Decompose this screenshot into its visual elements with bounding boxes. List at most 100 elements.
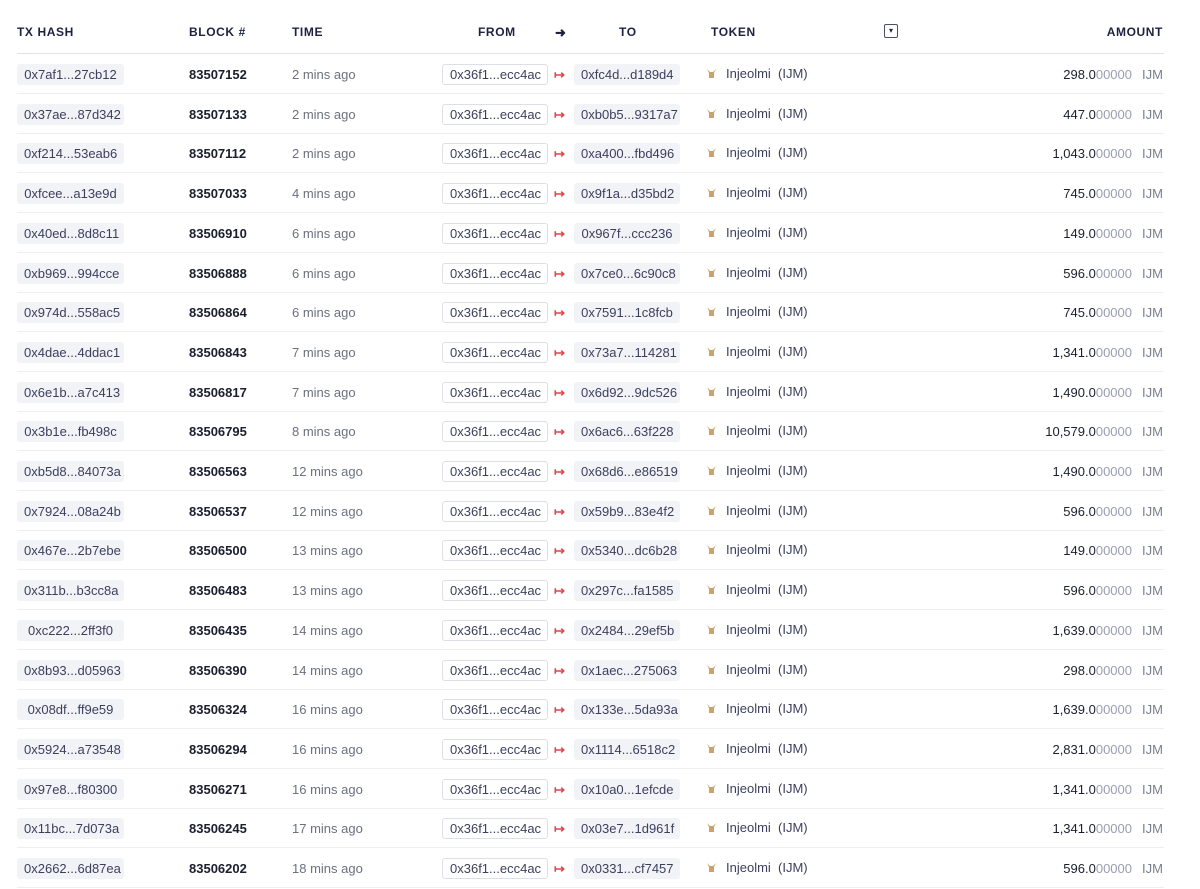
block-number-link[interactable]: 83507033 [189,186,247,201]
tx-hash-link[interactable]: 0x3b1e...fb498c [17,421,124,443]
block-number-link[interactable]: 83507133 [189,107,247,122]
token-name-link[interactable]: Injeolmi [726,463,771,478]
block-number-link[interactable]: 83506910 [189,226,247,241]
token-name-link[interactable]: Injeolmi [726,622,771,637]
tx-hash-link[interactable]: 0xc222...2ff3f0 [17,619,124,641]
tx-hash-link[interactable]: 0xf214...53eab6 [17,143,124,165]
tx-hash-link[interactable]: 0x11bc...7d073a [17,818,124,840]
tx-hash-link[interactable]: 0x37ae...87d342 [17,103,124,125]
filter-dropdown-icon[interactable]: ▾ [884,24,898,38]
block-number-link[interactable]: 83506843 [189,345,247,360]
token-name-link[interactable]: Injeolmi [726,145,771,160]
to-address-link[interactable]: 0x6d92...9dc526 [574,381,680,403]
to-address-link[interactable]: 0x10a0...1efcde [574,778,680,800]
token-name-link[interactable]: Injeolmi [726,304,771,319]
from-address-link[interactable]: 0x36f1...ecc4ac [442,183,548,205]
to-address-link[interactable]: 0xa400...fbd496 [574,143,680,165]
token-name-link[interactable]: Injeolmi [726,582,771,597]
from-address-link[interactable]: 0x36f1...ecc4ac [442,580,548,602]
from-address-link[interactable]: 0x36f1...ecc4ac [442,262,548,284]
token-name-link[interactable]: Injeolmi [726,225,771,240]
block-number-link[interactable]: 83506500 [189,543,247,558]
block-number-link[interactable]: 83506795 [189,424,247,439]
to-address-link[interactable]: 0x2484...29ef5b [574,619,680,641]
to-address-link[interactable]: 0x7ce0...6c90c8 [574,262,680,284]
tx-hash-link[interactable]: 0x5924...a73548 [17,738,124,760]
tx-hash-link[interactable]: 0x08df...ff9e59 [17,699,124,721]
token-name-link[interactable]: Injeolmi [726,781,771,796]
token-name-link[interactable]: Injeolmi [726,701,771,716]
from-address-link[interactable]: 0x36f1...ecc4ac [442,143,548,165]
from-address-link[interactable]: 0x36f1...ecc4ac [442,461,548,482]
to-address-link[interactable]: 0x1aec...275063 [574,659,680,681]
to-address-link[interactable]: 0x0331...cf7457 [574,858,680,879]
tx-hash-link[interactable]: 0x97e8...f80300 [17,778,124,800]
token-name-link[interactable]: Injeolmi [726,503,771,518]
to-address-link[interactable]: 0xb0b5...9317a7 [574,103,680,125]
block-number-link[interactable]: 83506563 [189,464,247,479]
to-address-link[interactable]: 0x967f...ccc236 [574,222,680,244]
to-address-link[interactable]: 0x68d6...e86519 [574,461,680,482]
from-address-link[interactable]: 0x36f1...ecc4ac [442,381,548,403]
token-name-link[interactable]: Injeolmi [726,662,771,677]
token-name-link[interactable]: Injeolmi [726,185,771,200]
tx-hash-link[interactable]: 0xb969...994cce [17,262,124,284]
tx-hash-link[interactable]: 0x7af1...27cb12 [17,64,124,85]
tx-hash-link[interactable]: 0x974d...558ac5 [17,302,124,324]
token-name-link[interactable]: Injeolmi [726,66,771,81]
tx-hash-link[interactable]: 0x6e1b...a7c413 [17,381,124,403]
token-name-link[interactable]: Injeolmi [726,344,771,359]
tx-hash-link[interactable]: 0x8b93...d05963 [17,659,124,681]
block-number-link[interactable]: 83506324 [189,702,247,717]
from-address-link[interactable]: 0x36f1...ecc4ac [442,778,548,800]
from-address-link[interactable]: 0x36f1...ecc4ac [442,818,548,840]
from-address-link[interactable]: 0x36f1...ecc4ac [442,659,548,681]
from-address-link[interactable]: 0x36f1...ecc4ac [442,222,548,244]
block-number-link[interactable]: 83506483 [189,583,247,598]
to-address-link[interactable]: 0x297c...fa1585 [574,580,680,602]
to-address-link[interactable]: 0x73a7...114281 [574,341,680,363]
block-number-link[interactable]: 83506245 [189,821,247,836]
block-number-link[interactable]: 83507112 [189,146,246,161]
from-address-link[interactable]: 0x36f1...ecc4ac [442,103,548,125]
to-address-link[interactable]: 0xfc4d...d189d4 [574,64,680,85]
tx-hash-link[interactable]: 0x4dae...4ddac1 [17,341,124,363]
to-address-link[interactable]: 0x7591...1c8fcb [574,302,680,324]
to-address-link[interactable]: 0x6ac6...63f228 [574,421,680,443]
block-number-link[interactable]: 83506817 [189,385,247,400]
to-address-link[interactable]: 0x9f1a...d35bd2 [574,183,680,205]
tx-hash-link[interactable]: 0x467e...2b7ebe [17,540,124,562]
from-address-link[interactable]: 0x36f1...ecc4ac [442,540,548,562]
from-address-link[interactable]: 0x36f1...ecc4ac [442,619,548,641]
block-number-link[interactable]: 83506390 [189,663,247,678]
tx-hash-link[interactable]: 0x40ed...8d8c11 [17,222,124,244]
token-name-link[interactable]: Injeolmi [726,106,771,121]
token-name-link[interactable]: Injeolmi [726,820,771,835]
token-name-link[interactable]: Injeolmi [726,860,771,875]
token-name-link[interactable]: Injeolmi [726,384,771,399]
from-address-link[interactable]: 0x36f1...ecc4ac [442,699,548,721]
to-address-link[interactable]: 0x03e7...1d961f [574,818,680,840]
to-address-link[interactable]: 0x1114...6518c2 [574,738,680,760]
from-address-link[interactable]: 0x36f1...ecc4ac [442,341,548,363]
tx-hash-link[interactable]: 0xb5d8...84073a [17,461,124,482]
from-address-link[interactable]: 0x36f1...ecc4ac [442,858,548,879]
block-number-link[interactable]: 83506294 [189,742,247,757]
block-number-link[interactable]: 83506537 [189,504,247,519]
from-address-link[interactable]: 0x36f1...ecc4ac [442,500,548,522]
to-address-link[interactable]: 0x59b9...83e4f2 [574,500,680,522]
token-name-link[interactable]: Injeolmi [726,542,771,557]
tx-hash-link[interactable]: 0xfcee...a13e9d [17,183,124,205]
block-number-link[interactable]: 83506202 [189,861,247,876]
token-name-link[interactable]: Injeolmi [726,741,771,756]
block-number-link[interactable]: 83506271 [189,782,247,797]
block-number-link[interactable]: 83506435 [189,623,247,638]
tx-hash-link[interactable]: 0x7924...08a24b [17,500,124,522]
from-address-link[interactable]: 0x36f1...ecc4ac [442,302,548,324]
token-name-link[interactable]: Injeolmi [726,423,771,438]
block-number-link[interactable]: 83506888 [189,266,247,281]
to-address-link[interactable]: 0x133e...5da93a [574,699,680,721]
tx-hash-link[interactable]: 0x311b...b3cc8a [17,580,124,602]
block-number-link[interactable]: 83506864 [189,305,247,320]
block-number-link[interactable]: 83507152 [189,67,247,82]
